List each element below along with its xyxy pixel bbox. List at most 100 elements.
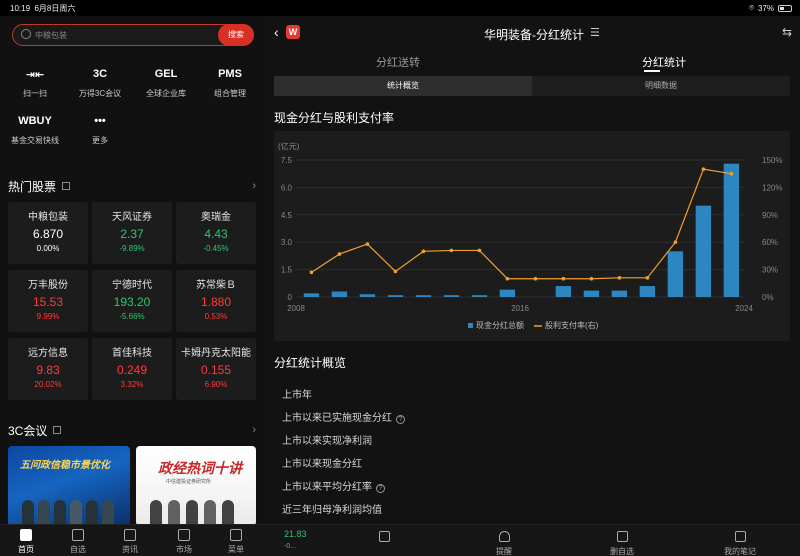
- chevron-right-icon[interactable]: ›: [252, 424, 256, 436]
- y-left-tick: 0: [288, 293, 293, 302]
- speaker-figure: [54, 500, 66, 526]
- stock-card[interactable]: 苏常柴Ｂ 1.880 0.53%: [176, 270, 256, 332]
- stock-change: 3.32%: [120, 380, 144, 389]
- dividend-bar: [695, 205, 712, 297]
- stock-card[interactable]: 远方信息 9.83 20.02%: [8, 338, 88, 400]
- row-label: 上市以来实现净利润: [282, 436, 372, 447]
- dividend-bar: [359, 294, 376, 297]
- overview-row: 近三年归母净利润均值: [282, 501, 382, 516]
- tab-label: 自选: [70, 545, 86, 554]
- payout-point: [645, 276, 650, 280]
- stock-change: 6.90%: [204, 380, 228, 389]
- y-axis-unit: (亿元): [278, 141, 300, 151]
- tab-market[interactable]: 市场: [164, 529, 204, 555]
- payout-point: [729, 171, 734, 176]
- stock-card[interactable]: 天风证券 2.37 -9.89%: [92, 202, 172, 264]
- menu-icon: [230, 529, 242, 541]
- dividend-chart: (亿元) 0 1.5 3.0 4.5 6.0 7.5 0% 30% 60% 90% 120% 150% 2…: [274, 131, 790, 341]
- market-icon: [178, 529, 190, 541]
- overview-row: 上市年: [282, 386, 312, 401]
- stock-card[interactable]: 宁德时代 193.20 -5.66%: [92, 270, 172, 332]
- tool-title: GEL: [154, 68, 178, 80]
- payout-point: [337, 252, 342, 256]
- legend-line-label: 股利支付率(右): [545, 320, 599, 330]
- chevron-right-icon[interactable]: ›: [252, 180, 256, 192]
- stock-name: 首佳科技: [112, 348, 152, 359]
- home-icon: [20, 529, 32, 541]
- stock-price: 0.155: [200, 363, 232, 377]
- speaker-figure: [204, 500, 216, 526]
- tool-label: 扫一扫: [23, 89, 47, 98]
- tab-watchlist[interactable]: 自选: [58, 529, 98, 555]
- y-left-tick: 6.0: [281, 183, 293, 192]
- tool-label: 组合管理: [214, 89, 246, 98]
- my-notes-button[interactable]: 我的笔记: [710, 531, 770, 556]
- tool-more[interactable]: ••• 更多: [75, 115, 125, 146]
- share-button[interactable]: [354, 531, 414, 546]
- search-input[interactable]: 中粮包装: [35, 30, 67, 41]
- overview-row: 上市以来现金分红: [282, 455, 362, 470]
- stock-price: 4.43: [204, 227, 228, 241]
- status-bar: 10:19 6月8日周六 ⌾ 37%: [0, 0, 800, 16]
- chart-heading: 现金分红与股利支付率: [274, 111, 395, 125]
- tab-dividend-transfer[interactable]: 分红送转: [376, 54, 420, 70]
- dividend-bar: [499, 289, 516, 297]
- speaker-figure: [38, 500, 50, 526]
- dividend-bar: [667, 251, 684, 297]
- dividend-bar: [387, 295, 404, 297]
- tool-scan[interactable]: ⇥⇤ 扫一扫: [10, 68, 60, 99]
- y-right-tick: 90%: [762, 211, 778, 220]
- stock-card[interactable]: 卡姆丹克太阳能 0.155 6.90%: [176, 338, 256, 400]
- back-icon[interactable]: ‹: [274, 24, 279, 40]
- stock-card[interactable]: 奥瑞金 4.43 -0.45%: [176, 202, 256, 264]
- tool-title: 3C: [92, 68, 108, 80]
- seg-overview[interactable]: 统计概览: [274, 76, 532, 96]
- y-right-tick: 30%: [762, 266, 778, 275]
- tab-home[interactable]: 首页: [6, 529, 46, 555]
- tool-wbuy[interactable]: WBUY 基金交易快线: [10, 115, 60, 146]
- overview-row: 上市以来平均分红率?: [282, 478, 385, 493]
- stock-card[interactable]: 万丰股份 15.53 9.99%: [8, 270, 88, 332]
- hot-stocks-heading[interactable]: 热门股票: [8, 178, 71, 195]
- tool-pms[interactable]: PMS 组合管理: [205, 68, 255, 99]
- list-icon[interactable]: ☰: [590, 26, 600, 39]
- stock-price: 1.880: [200, 295, 232, 309]
- stock-price: 9.83: [36, 363, 60, 377]
- search-button[interactable]: 搜索: [218, 24, 254, 46]
- nav-bar: 华明装备-分红统计 ‹ W ☰ ⇆: [268, 16, 800, 50]
- tool-gel[interactable]: GEL 全球企业库: [141, 68, 191, 99]
- dividend-bar: [723, 163, 740, 297]
- legend-bar-label: 现金分红总额: [476, 320, 524, 330]
- banner-subtitle: 中信建投证券研究所: [166, 479, 212, 485]
- dividend-bar: [583, 290, 600, 297]
- dividend-bar: [415, 295, 432, 297]
- wifi-icon: ⌾: [749, 3, 754, 12]
- stock-card[interactable]: 首佳科技 0.249 3.32%: [92, 338, 172, 400]
- speaker-figure: [86, 500, 98, 526]
- left-pane: 中粮包装 搜索 ⇥⇤ 扫一扫 3C 万得3C会议 GEL 全球企业库 PMS 组合管理 …: [0, 16, 268, 556]
- stock-price: 6.870: [32, 227, 64, 241]
- tab-dividend-stats[interactable]: 分红统计: [642, 54, 686, 70]
- help-icon[interactable]: ?: [376, 484, 385, 493]
- payout-point: [673, 240, 678, 244]
- payout-point: [617, 276, 622, 280]
- conference-banner[interactable]: 政经热词十讲 中信建投证券研究所: [136, 446, 256, 526]
- conf-heading[interactable]: 3C会议: [8, 422, 62, 439]
- remove-watchlist-button[interactable]: 删自选: [592, 531, 652, 556]
- stock-card[interactable]: 中粮包装 6.870 0.00%: [8, 202, 88, 264]
- tool-label: 基金交易快线: [11, 136, 59, 145]
- quote-price: 21.83: [284, 529, 307, 539]
- speaker-figure: [22, 500, 34, 526]
- swap-icon[interactable]: ⇆: [782, 25, 792, 39]
- y-right-tick: 0%: [762, 293, 774, 302]
- tool-title: WBUY: [18, 115, 52, 127]
- payout-point: [561, 276, 566, 281]
- tab-menu[interactable]: 菜单: [216, 529, 256, 555]
- conference-banner[interactable]: 五问政信稳市景优化: [8, 446, 130, 526]
- help-icon[interactable]: ?: [396, 415, 405, 424]
- search-bar[interactable]: 中粮包装 搜索: [12, 24, 254, 46]
- tab-news[interactable]: 资讯: [110, 529, 150, 555]
- seg-detail[interactable]: 明细数据: [532, 76, 790, 96]
- alert-button[interactable]: 提醒: [474, 531, 534, 556]
- tool-3c[interactable]: 3C 万得3C会议: [75, 68, 125, 99]
